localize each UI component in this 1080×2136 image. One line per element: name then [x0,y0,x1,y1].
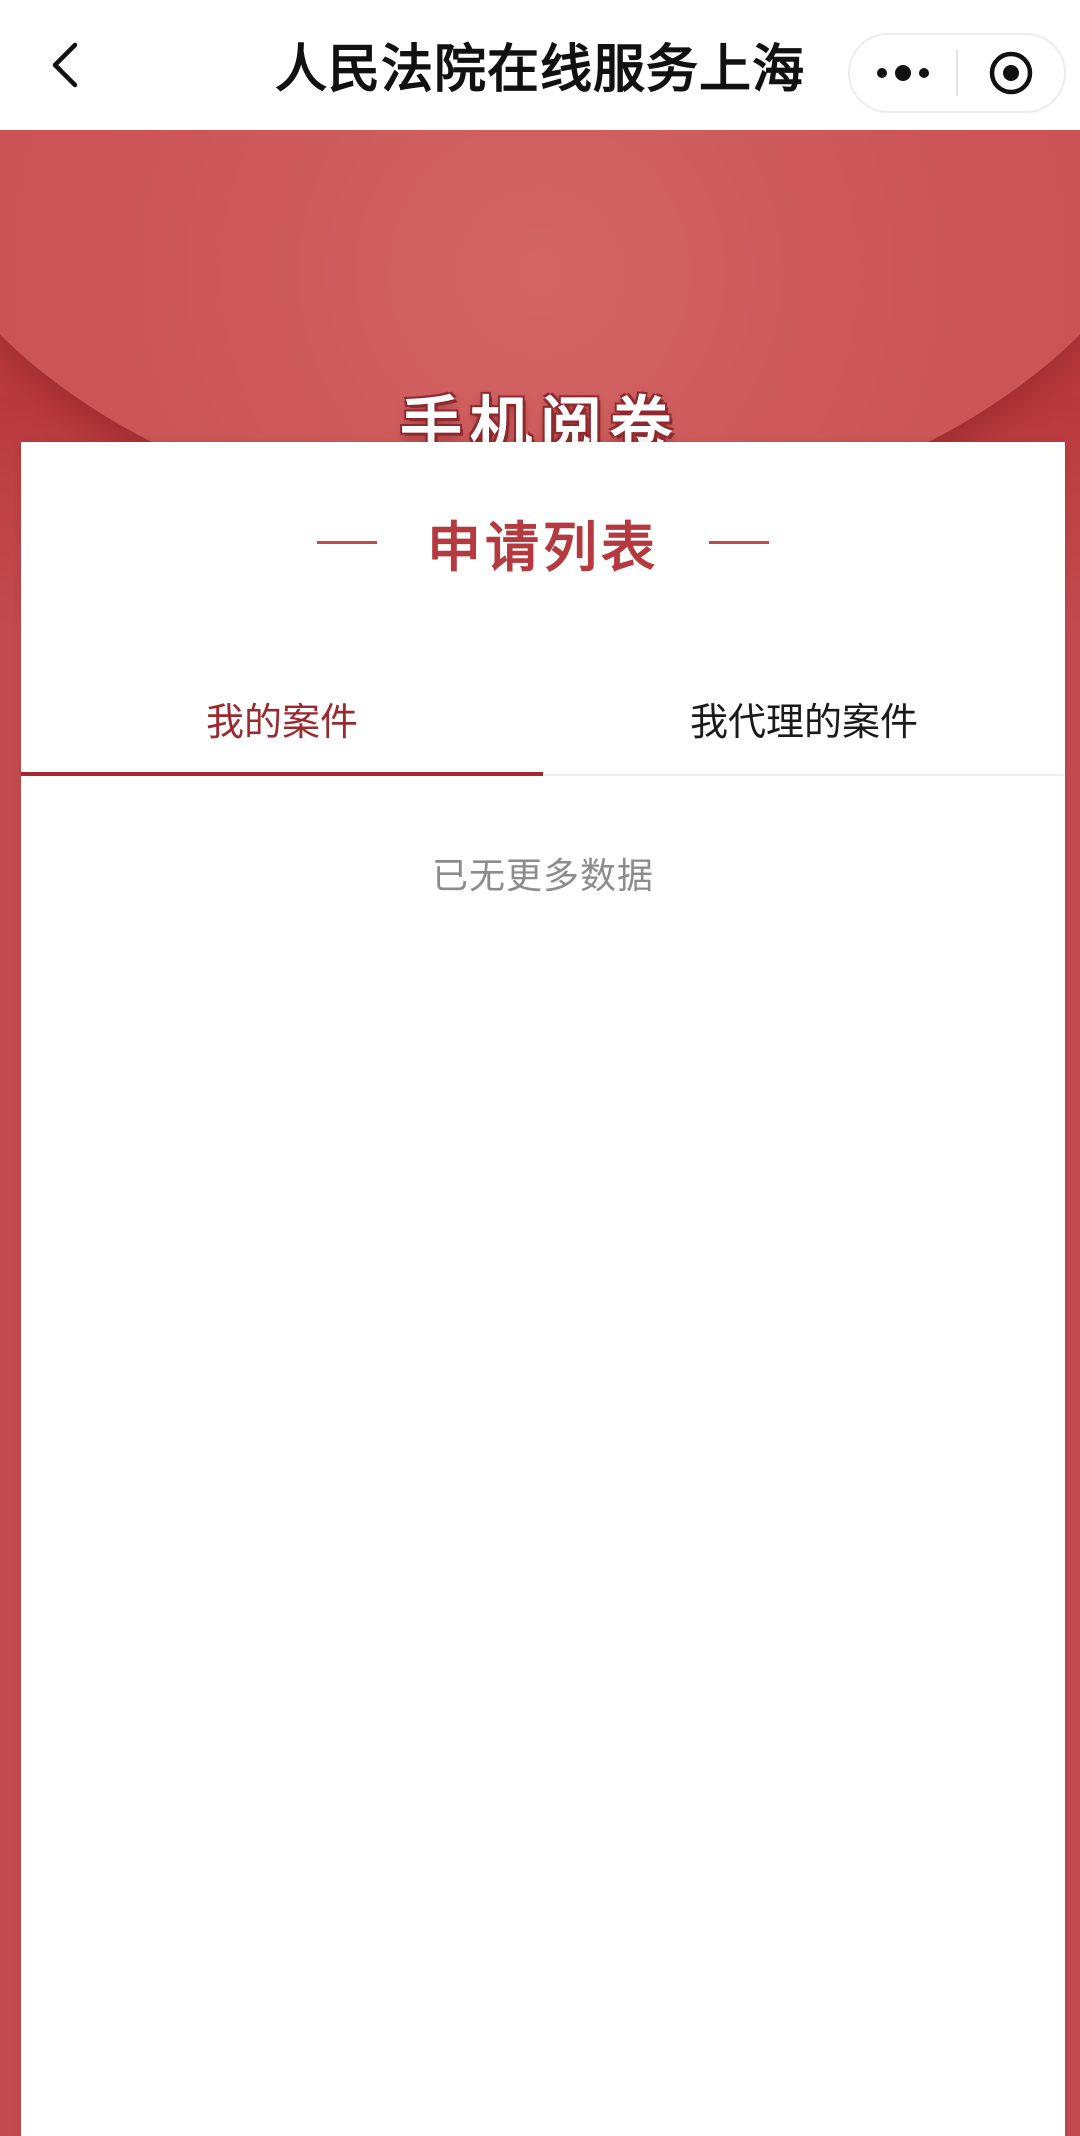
target-circle-icon [989,51,1033,95]
more-button[interactable] [850,35,956,111]
close-button[interactable] [958,35,1064,111]
heading-divider-left [317,540,377,544]
page-title: 人民法院在线服务上海 [274,40,805,100]
more-dots-icon [877,65,929,81]
back-button[interactable] [30,30,100,100]
chevron-left-icon [52,42,78,88]
tab-my-cases[interactable]: 我的案件 [21,662,543,776]
navigation-bar: 人民法院在线服务上海 [0,0,1080,130]
empty-state-text: 已无更多数据 [431,856,654,897]
heading-divider-right [709,540,769,544]
tab-agent-cases[interactable]: 我代理的案件 [543,662,1065,774]
card-heading: 申请列表 [21,507,1065,579]
mini-program-capsule [848,33,1066,113]
application-list-card: 申请列表 我的案件 我代理的案件 已无更多数据 [21,442,1065,2136]
card-heading-text: 申请列表 [427,515,659,579]
case-tabs: 我的案件 我代理的案件 [21,662,1065,776]
